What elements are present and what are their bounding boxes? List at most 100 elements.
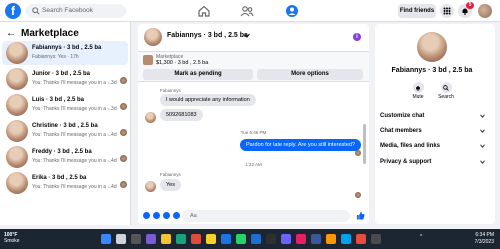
account-avatar[interactable] [478, 4, 492, 18]
avatar [145, 181, 156, 192]
more-options-button[interactable]: More options [257, 69, 363, 80]
timestamp: 1:22 AM [245, 162, 262, 167]
conversation-item[interactable]: Erika · 3 bd , 2.5 ba You: Thanks I'll m… [2, 171, 128, 195]
conversation-item[interactable]: Fabiannys · 3 bd , 2.5 ba Fabiannys: Yes… [2, 41, 128, 65]
privacy-support-row[interactable]: Privacy & support [380, 156, 490, 168]
listing-thumbnail[interactable] [143, 55, 153, 65]
outgoing-message[interactable]: Pardon for late reply. Are you still int… [239, 139, 361, 151]
conversation-snippet: You: Thanks I'll message you in a ... [32, 132, 112, 138]
customize-chat-row[interactable]: Customize chat [380, 110, 490, 122]
app-icon[interactable] [341, 234, 351, 244]
image-icon[interactable] [153, 212, 160, 219]
find-friends-button[interactable]: Find friends [398, 4, 436, 18]
profile-nav-icon[interactable] [285, 4, 299, 18]
info-icon[interactable]: i [353, 33, 361, 41]
marketplace-sidebar: ← Marketplace Fabiannys · 3 bd , 2.5 ba F… [0, 22, 131, 225]
app-icon[interactable] [356, 234, 366, 244]
back-arrow-icon[interactable]: ← [6, 28, 16, 39]
conversation-time: · 4d [108, 184, 117, 190]
media-files-links-row[interactable]: Media, files and links [380, 140, 490, 152]
message-composer: Aa [138, 208, 369, 224]
app-icon[interactable] [281, 234, 291, 244]
row-label: Customize chat [380, 113, 425, 119]
clock-date: 7/3/2023 [474, 239, 494, 245]
mute-button[interactable]: Mute [406, 82, 430, 100]
home-icon[interactable] [197, 4, 211, 18]
seen-avatar [120, 103, 127, 110]
chevron-down-icon [480, 114, 485, 118]
sticker-icon[interactable] [163, 212, 170, 219]
app-icon[interactable] [251, 234, 261, 244]
gif-icon[interactable] [173, 212, 180, 219]
conversation-item[interactable]: Luis · 3 bd , 2.5 ba You: Thanks I'll me… [2, 93, 128, 117]
avatar [6, 68, 28, 90]
grid-icon [443, 7, 451, 15]
scrollbar[interactable] [363, 124, 366, 164]
chat-members-row[interactable]: Chat members [380, 125, 490, 137]
conversation-item[interactable]: Christine · 3 bd , 2.5 ba You: Thanks I'… [2, 119, 128, 143]
message-input[interactable]: Aa [182, 210, 350, 222]
edge-icon[interactable] [176, 234, 186, 244]
start-icon[interactable] [101, 234, 111, 244]
listing-banner: Marketplace $1,300 · 3 bd , 2.5 ba Mark … [138, 52, 369, 82]
mark-as-pending-button[interactable]: Mark as pending [143, 69, 253, 80]
row-label: Privacy & support [380, 159, 432, 165]
app-icon[interactable] [326, 234, 336, 244]
chat-title[interactable]: Fabiannys · 3 bd , 2.5 ba [167, 32, 248, 39]
incoming-message[interactable]: 5092681083 [160, 109, 203, 121]
conversation-name: Christine · 3 bd , 2.5 ba [32, 123, 98, 129]
file-explorer-icon[interactable] [161, 234, 171, 244]
chevron-down-icon [480, 144, 485, 148]
clock-time: 6:34 PM [475, 232, 494, 238]
task-view-icon[interactable] [131, 234, 141, 244]
menu-button[interactable] [440, 4, 454, 18]
incoming-message[interactable]: Yes [160, 179, 181, 191]
conversation-snippet: You: Thanks I'll message you in a ... [32, 80, 112, 86]
seen-avatar [355, 192, 361, 198]
app-icon[interactable] [296, 234, 306, 244]
friends-icon[interactable] [240, 4, 254, 18]
incoming-message[interactable]: I would appreciate any information [160, 94, 256, 106]
search-icon [32, 7, 40, 15]
avatar [6, 94, 28, 116]
windows-taskbar: 100°F Smoke ^ 6:34 PM 7/3/2023 [0, 229, 500, 249]
search-in-conversation-button[interactable]: Search [434, 82, 458, 100]
notification-badge: 5 [466, 2, 474, 9]
app-icon[interactable] [266, 234, 276, 244]
avatar [145, 112, 156, 123]
thumbs-up-icon[interactable] [356, 211, 365, 220]
timestamp: Tue 6:46 PM [240, 130, 267, 135]
teams-icon[interactable] [146, 234, 156, 244]
message-thread: Fabiannys I would appreciate any informa… [138, 82, 369, 208]
app-icon[interactable] [311, 234, 321, 244]
app-icon[interactable] [371, 234, 381, 244]
avatar[interactable] [417, 32, 447, 62]
store-icon[interactable] [221, 234, 231, 244]
conversation-name: Erika · 3 bd , 2.5 ba [32, 175, 87, 181]
conversation-name: Luis · 3 bd , 2.5 ba [32, 97, 85, 103]
conversation-item[interactable]: Junior · 3 bd , 2.5 ba You: Thanks I'll … [2, 67, 128, 91]
conversation-name: Freddy · 3 bd , 2.5 ba [32, 149, 92, 155]
weather-widget[interactable]: 100°F Smoke [4, 232, 20, 244]
chevron-down-icon [480, 160, 485, 164]
chevron-down-icon[interactable] [244, 33, 250, 38]
sender-name: Fabiannys [160, 88, 181, 93]
facebook-logo[interactable]: f [5, 3, 21, 19]
conversation-details-panel: Fabiannys · 3 bd , 2.5 ba Mute Search Cu… [375, 24, 495, 224]
seen-avatar [120, 155, 127, 162]
clock[interactable]: 6:34 PM 7/3/2023 [466, 232, 494, 246]
conversation-item[interactable]: Freddy · 3 bd , 2.5 ba You: Thanks I'll … [2, 145, 128, 169]
system-tray[interactable]: ^ [420, 234, 422, 240]
plus-icon[interactable] [143, 212, 150, 219]
whatsapp-icon[interactable] [236, 234, 246, 244]
search-input[interactable]: Search Facebook [26, 4, 126, 18]
avatar[interactable] [144, 28, 162, 46]
listing-price: $1,300 · 3 bd , 2.5 ba [156, 60, 209, 66]
search-icon[interactable] [116, 234, 126, 244]
row-label: Chat members [380, 128, 422, 134]
top-navigation-bar: f Search Facebook Find friends 5 [0, 0, 500, 22]
conversation-snippet: You: Thanks I'll message you in a ... [32, 158, 112, 164]
app-icon[interactable] [191, 234, 201, 244]
row-label: Media, files and links [380, 143, 441, 149]
chrome-icon[interactable] [206, 234, 216, 244]
